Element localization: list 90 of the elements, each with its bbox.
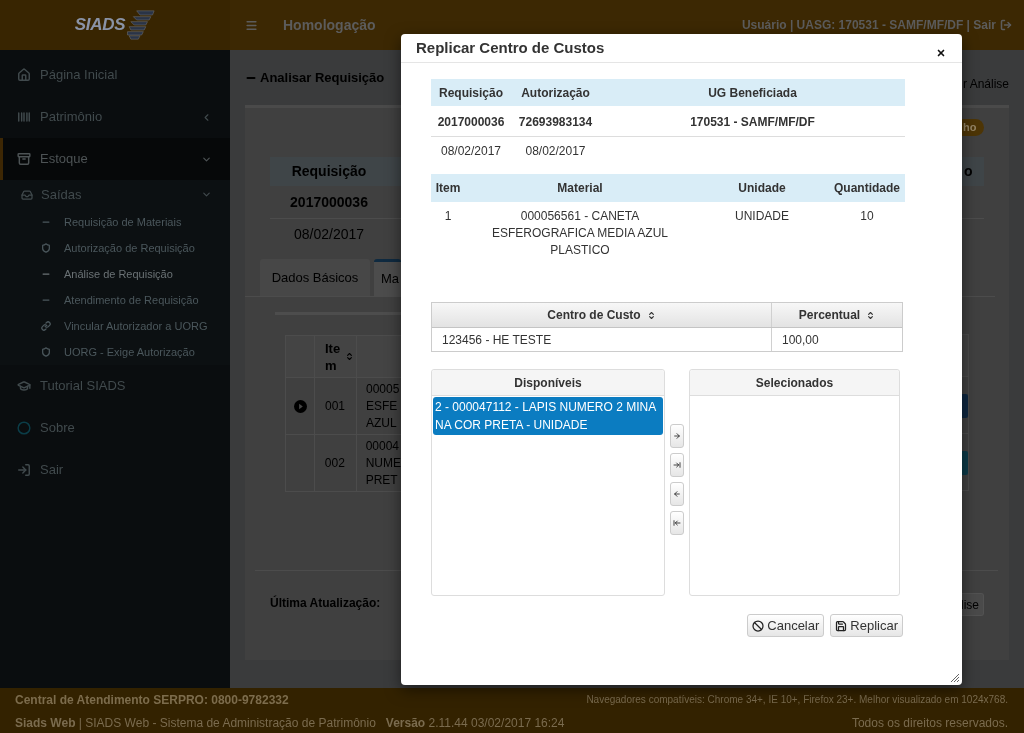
copyright-notice: Todos os direitos reservados. xyxy=(851,715,1008,733)
table-cell-text: 08/02/2017 xyxy=(439,142,503,160)
move-all-left-button[interactable] xyxy=(670,511,684,535)
sidebar-item[interactable]: Patrimônio xyxy=(0,96,230,138)
table-cell: 10 xyxy=(860,208,874,225)
table-cell: 00005 ESFE AZUL xyxy=(366,380,400,432)
cancel-button[interactable]: Cancelar xyxy=(747,614,825,637)
table-cell-text: 100,00 xyxy=(782,331,819,349)
submenu-item[interactable]: UORG - Exige Autorização xyxy=(0,339,230,365)
close-button[interactable] xyxy=(936,48,946,58)
last-update-label: Última Atualização: xyxy=(270,595,382,611)
arrow-left-icon xyxy=(673,490,681,498)
table-cell-text: 2017000036 xyxy=(289,192,369,212)
table-cell-text: 08/02/2017 xyxy=(292,224,366,244)
column-header: Requisição xyxy=(290,162,368,181)
sidebar-item[interactable]: Estoque xyxy=(0,138,230,180)
arrow-right-icon xyxy=(673,432,681,440)
sort-icon xyxy=(866,309,876,321)
status-badge: ho xyxy=(961,119,984,136)
column-header: UG Beneficiada xyxy=(707,84,798,102)
submenu-item[interactable]: Análise de Requisição xyxy=(0,261,230,287)
table-cell-text: 001 xyxy=(325,398,346,415)
page-title: Analisar Requisição xyxy=(260,68,385,87)
list-header: Selecionados xyxy=(690,370,899,396)
action-button[interactable]: lise xyxy=(961,593,984,616)
link-icon xyxy=(41,321,51,331)
arrow-right-to-line-icon xyxy=(673,461,681,469)
circle-icon xyxy=(17,421,31,435)
column-header: Material xyxy=(556,180,604,197)
support-contact: Central de Atendimento SERPRO: 0800-9782332 xyxy=(15,691,289,709)
column-header: Autorização xyxy=(520,84,591,102)
table-cell-text: 72693983134 xyxy=(517,113,594,131)
column-header: Unidade xyxy=(737,180,787,197)
table-cell-text: 002 xyxy=(324,455,345,472)
sort-icon xyxy=(646,309,656,321)
sort-icon xyxy=(345,351,354,362)
submenu-item[interactable]: Autorização de Requisição xyxy=(0,235,230,261)
table-cell-text: 170531 - SAMF/MF/DF xyxy=(689,113,816,131)
save-button[interactable]: Replicar xyxy=(830,614,903,637)
list-header: Disponíveis xyxy=(432,370,664,396)
play-circle-icon[interactable] xyxy=(293,399,307,413)
sidebar-item[interactable]: Saídas xyxy=(0,180,230,209)
browser-notice: Navegadores compatíveis: Chrome 34+, IE 10+, Firefox 23+. Melhor visualizado em 1024x768. xyxy=(586,693,1008,708)
move-left-button[interactable] xyxy=(670,482,684,506)
shield-icon xyxy=(41,243,51,253)
tray-icon xyxy=(21,188,33,201)
logo-text: SIADS xyxy=(74,14,126,37)
move-all-right-button[interactable] xyxy=(670,453,684,477)
table-cell: UNIDADE xyxy=(735,208,789,225)
column-header: Item xyxy=(434,180,462,197)
system-info: Siads Web | SIADS Web - Sistema de Administração de Patrimônio Versão 2.11.44 03/02/2017 16:24 xyxy=(15,715,565,733)
submenu-item[interactable]: Vincular Autorizador a UORG xyxy=(0,313,230,339)
sidebar-item[interactable]: Sair xyxy=(0,449,230,491)
graduation-cap-icon xyxy=(17,379,31,393)
column-header[interactable]: Percentual xyxy=(772,303,902,327)
submenu-item[interactable]: Atendimento de Requisição xyxy=(0,287,230,313)
move-right-button[interactable] xyxy=(670,424,684,448)
user-info[interactable]: Usuário | UASG: 170531 - SAMF/MF/DF | Sair xyxy=(741,16,996,34)
barcode-icon xyxy=(17,110,31,124)
submenu-item[interactable]: Requisição de Materiais xyxy=(0,209,230,235)
ban-icon xyxy=(752,619,765,632)
table-cell-text: 2017000036 xyxy=(436,113,506,131)
resize-handle-icon[interactable] xyxy=(951,674,959,682)
table-cell-text: 000056561 - CANETA ESFEROGRAFICA MEDIA AZUL PLASTICO xyxy=(490,208,669,259)
environment-title: Homologação xyxy=(283,15,376,35)
column-header[interactable]: Item xyxy=(315,336,357,377)
sidebar-item[interactable]: Sobre xyxy=(0,407,230,449)
sign-out-icon[interactable] xyxy=(1000,19,1012,31)
table-cell-text: 08/02/2017 xyxy=(524,142,587,160)
shield-icon xyxy=(41,347,51,357)
sidebar-item[interactable]: Tutorial SIADS xyxy=(0,365,230,407)
column-header: Quantidade xyxy=(833,180,901,197)
table-cell: 1 xyxy=(444,208,452,225)
table-cell-text: 123456 - HE TESTE xyxy=(442,331,552,349)
table-cell: 00004 NUME PRET xyxy=(365,437,401,489)
list-item[interactable]: 2 - 000047112 - LAPIS NUMERO 2 MINA NA COR PRETA - UNIDADE xyxy=(433,397,663,435)
menu-icon[interactable] xyxy=(245,18,258,32)
close-icon xyxy=(936,48,946,58)
archive-icon xyxy=(17,152,31,166)
tab[interactable]: Ma xyxy=(374,259,401,296)
home-icon xyxy=(17,68,31,82)
sidebar-item[interactable]: Página Inicial xyxy=(0,54,230,96)
column-header[interactable]: Centro de Custo xyxy=(432,303,772,327)
dialog-title: Replicar Centro de Custos xyxy=(416,37,605,58)
arrow-left-to-line-icon xyxy=(673,519,681,527)
logo-stripes-icon xyxy=(125,7,156,43)
column-header: Requisição xyxy=(438,84,504,102)
tab[interactable]: Dados Básicos xyxy=(260,259,370,296)
sign-in-icon xyxy=(17,463,31,477)
column-header: o xyxy=(961,157,984,186)
